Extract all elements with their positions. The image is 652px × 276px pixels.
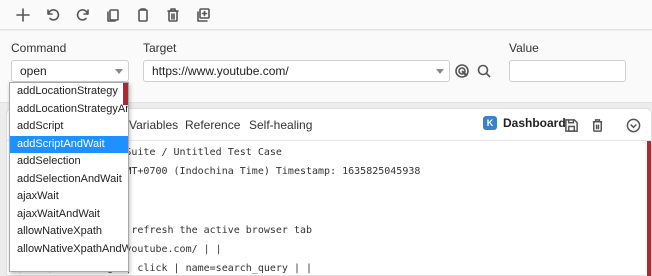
dashboard-button[interactable]: K Dashboard xyxy=(483,116,566,130)
tab-variables[interactable]: Variables xyxy=(129,118,178,132)
chevron-down-icon xyxy=(115,69,123,74)
target-input[interactable]: https://www.youtube.com/ xyxy=(143,60,450,82)
target-value: https://www.youtube.com/ xyxy=(152,64,289,78)
search-icon[interactable] xyxy=(474,61,494,81)
value-input[interactable] xyxy=(509,60,626,82)
dropdown-option[interactable]: addLocationStrategyAn xyxy=(10,101,128,119)
command-select[interactable]: open xyxy=(11,60,129,82)
katalon-logo-icon: K xyxy=(483,116,497,130)
chevron-down-icon[interactable] xyxy=(436,69,444,74)
command-value: open xyxy=(20,64,47,78)
tab-reference[interactable]: Reference xyxy=(185,118,240,132)
tab-self-healing[interactable]: Self-healing xyxy=(249,118,312,132)
log-scrollbar[interactable] xyxy=(645,141,651,276)
undo-icon[interactable] xyxy=(40,2,66,28)
copy-icon[interactable] xyxy=(100,2,126,28)
paste-icon[interactable] xyxy=(130,2,156,28)
dashboard-label: Dashboard xyxy=(503,116,566,130)
delete-icon[interactable] xyxy=(588,116,606,134)
dropdown-option[interactable]: addScript xyxy=(10,118,128,136)
dropdown-option[interactable]: addSelectionAndWait xyxy=(10,171,128,189)
command-label: Command xyxy=(11,41,67,55)
delete-icon[interactable] xyxy=(160,2,186,28)
add-icon[interactable] xyxy=(10,2,36,28)
dropdown-option[interactable]: ajaxWaitAndWait xyxy=(10,206,128,224)
target-label: Target xyxy=(143,41,177,55)
dropdown-option[interactable]: addSelection xyxy=(10,153,128,171)
redo-icon[interactable] xyxy=(70,2,96,28)
chevron-down-circle-icon[interactable] xyxy=(624,116,642,134)
katalon-recorder-window: Command open Target https://www.youtube.… xyxy=(0,0,652,276)
duplicate-icon[interactable] xyxy=(190,2,216,28)
command-dropdown[interactable]: addLocationStrategy addLocationStrategyA… xyxy=(9,82,129,272)
dropdown-option-selected[interactable]: addScriptAndWait xyxy=(10,135,128,153)
dropdown-option[interactable]: addLocationStrategy xyxy=(10,83,128,101)
dropdown-option[interactable]: allowNativeXpathAndW xyxy=(10,241,128,259)
dropdown-option[interactable]: allowNativeXpath xyxy=(10,223,128,241)
save-icon[interactable] xyxy=(562,116,580,134)
value-label: Value xyxy=(509,41,539,55)
toolbar xyxy=(0,0,652,30)
log-scroll-thumb[interactable] xyxy=(647,141,651,276)
dropdown-option[interactable]: ajaxWait xyxy=(10,188,128,206)
dropdown-scroll-thumb[interactable] xyxy=(123,83,128,105)
select-target-icon[interactable] xyxy=(452,61,472,81)
